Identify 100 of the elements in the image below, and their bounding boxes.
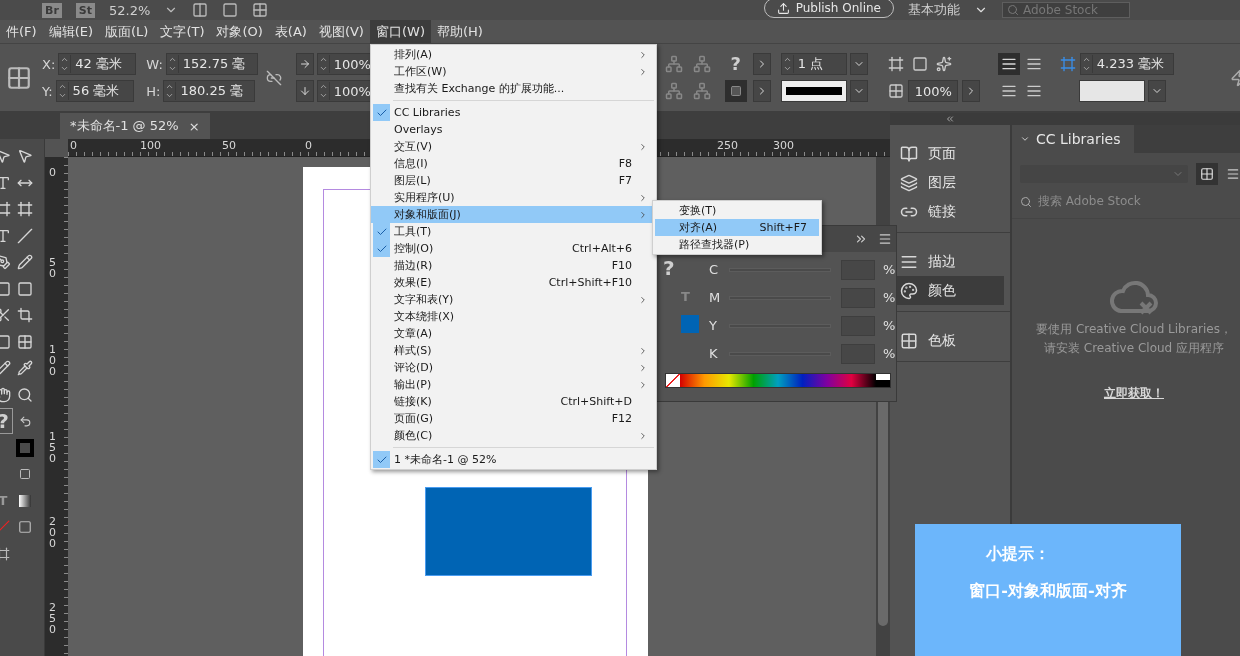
chevron-button[interactable] [961,80,980,102]
panel-item[interactable]: 描边 [894,247,1004,276]
corner-shape-field[interactable] [1078,80,1145,102]
close-icon[interactable]: × [188,118,200,134]
menu-bar-item[interactable]: 编辑(E) [42,20,99,43]
text-wrap-button[interactable] [997,53,1020,75]
stroke-type-field[interactable] [780,80,847,102]
panel-item[interactable]: 颜色 [894,276,1004,305]
unlink-icon[interactable] [265,69,282,86]
arrow-icon[interactable] [0,148,11,165]
pencil-icon[interactable] [17,254,33,271]
menu-item[interactable]: 评论(D) [371,359,656,376]
menu-item[interactable]: 变换(T) [655,202,819,219]
menu-item[interactable]: 文章(A) [371,325,656,342]
menu-bar-item[interactable]: 帮助(H) [430,20,489,43]
menu-item[interactable]: 路径查找器(P) [655,236,819,253]
view-icon[interactable] [192,2,209,18]
dropdown-button[interactable] [849,53,868,75]
menu-item[interactable]: 效果(E) Ctrl+Shift+F10 [371,274,656,291]
menu-item[interactable]: 图层(L) F7 [371,172,656,189]
opacity-field[interactable]: 100% [907,80,958,102]
workspace-switcher[interactable]: 基本功能 [908,1,960,19]
mode-icon[interactable] [18,520,32,535]
scissors-icon[interactable] [0,307,11,324]
hierarchy-icon[interactable] [692,82,711,100]
menu-bar-item[interactable]: 视图(V) [312,20,370,43]
swap-icon[interactable] [18,414,32,428]
chevron-button[interactable] [752,53,771,75]
transform-icon[interactable] [17,307,33,324]
menu-bar-item[interactable]: 文字(T) [154,20,211,43]
collapse-icon[interactable] [945,114,955,124]
menu-item[interactable]: 信息(I) F8 [371,155,656,172]
zoom-icon[interactable] [17,386,33,403]
color-swatch[interactable] [681,315,699,333]
panel-item[interactable]: 页面 [894,139,1004,168]
corner-size-field[interactable]: 4.233 毫米 [1079,53,1174,75]
reference-point-icon[interactable] [6,64,32,91]
frame-icon[interactable] [887,56,904,72]
menu-item[interactable]: 输出(P) [371,376,656,393]
menu-item[interactable]: 控制(O) Ctrl+Alt+6 [371,240,656,257]
effects-icon[interactable] [935,56,952,72]
stroke-swatch[interactable] [724,80,747,102]
menu-item[interactable]: 颜色(C) [371,427,656,444]
dropdown-button[interactable] [849,80,868,102]
menu-item[interactable]: 对齐(A) Shift+F7 [655,219,819,236]
text-wrap-icon[interactable] [1025,56,1042,72]
dropdown-button[interactable] [1147,80,1166,102]
fill-swatch[interactable]: ? [730,55,741,73]
menu-bar-item[interactable]: 对象(O) [210,20,269,43]
list-view-icon[interactable] [1226,167,1240,181]
expand-icon[interactable] [854,232,868,246]
menu-item[interactable]: 页面(G) F12 [371,410,656,427]
height-field[interactable]: 180.25 毫 [163,80,256,102]
rectangle-icon[interactable] [17,280,33,297]
panel-tab[interactable]: CC Libraries [1012,125,1135,153]
panel-item[interactable]: 图层 [894,168,1004,197]
hierarchy-icon[interactable] [664,82,683,100]
frame-icon[interactable] [19,468,31,481]
line-icon[interactable] [17,227,33,244]
menu-item[interactable]: 工具(T) [371,223,656,240]
frame-icon[interactable] [0,280,11,297]
menu-item[interactable]: 样式(S) [371,342,656,359]
chevron-button[interactable] [752,80,771,102]
menu-item[interactable]: 实用程序(U) [371,189,656,206]
get-now-link[interactable]: 立即获取！ [1104,385,1164,402]
menu-bar-item[interactable]: 件(F) [0,20,43,43]
y-field[interactable]: 56 毫米 [55,80,134,102]
menu-item[interactable]: 描边(R) F10 [371,257,656,274]
color-spectrum[interactable] [665,373,891,388]
stroke-weight-field[interactable]: 1 点 [780,53,847,75]
stroke-swatch[interactable] [16,438,34,457]
panel-item[interactable]: 链接 [894,197,1004,226]
type-icon[interactable] [0,227,11,244]
arrow-icon[interactable] [17,148,33,165]
hierarchy-icon[interactable] [664,55,683,73]
hierarchy-icon[interactable] [692,55,711,73]
menu-item[interactable]: 文本绕排(X) [371,308,656,325]
arrange-icon[interactable] [252,2,269,18]
menu-item[interactable]: 链接(K) Ctrl+Shift+D [371,393,656,410]
hand-icon[interactable] [0,386,11,403]
menu-item[interactable]: CC Libraries [371,104,656,121]
menu-bar-item[interactable]: 窗口(W) [369,20,431,43]
width-field[interactable]: 152.75 毫 [165,53,258,75]
scale-x-button[interactable] [295,53,314,75]
grid-view-button[interactable] [1196,163,1218,185]
menu-item[interactable]: 1 *未命名-1 @ 52% [371,451,656,468]
text-wrap-icon[interactable] [1025,83,1042,99]
text-tool-icon[interactable] [0,174,11,191]
panel-item[interactable]: 色板 [894,326,1004,355]
menu-item[interactable]: 文字和表(Y) [371,291,656,308]
menu-icon[interactable] [878,232,892,246]
menu-bar-item[interactable]: 表(A) [268,20,313,43]
menu-item[interactable]: 交互(V) [371,138,656,155]
document-tab[interactable]: *未命名-1 @ 52% × [60,113,210,139]
shadow-icon[interactable] [911,56,928,72]
zoom-level[interactable]: 52.2% [109,2,151,18]
eyedropper-icon[interactable] [17,360,33,377]
x-field[interactable]: 42 毫米 [58,53,137,75]
menu-item[interactable]: Overlays [371,121,656,138]
pen-icon[interactable] [0,254,11,271]
